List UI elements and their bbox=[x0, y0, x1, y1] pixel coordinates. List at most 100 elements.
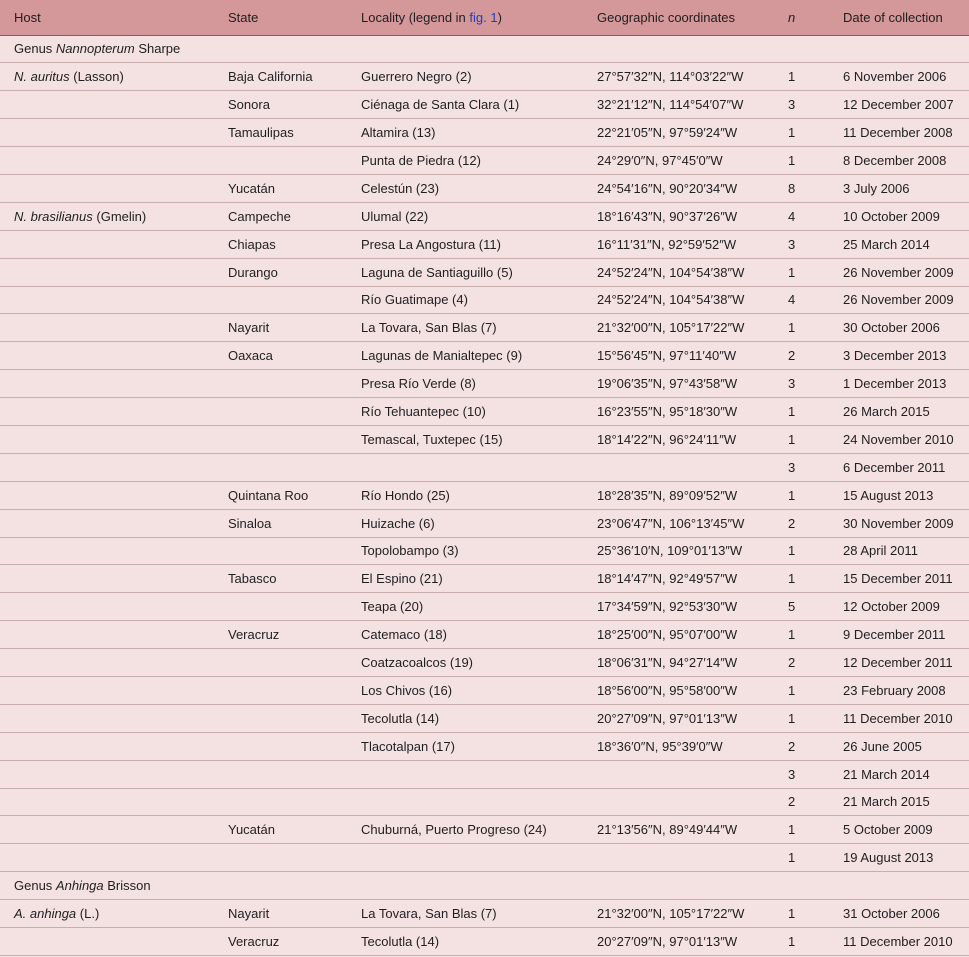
coordinates-cell: 18°06′31″N, 94°27′14″W bbox=[583, 648, 774, 677]
n-cell: 1 bbox=[774, 481, 829, 510]
n-cell: 3 bbox=[774, 453, 829, 482]
genus-heading: Genus Anhinga Brisson bbox=[0, 871, 969, 901]
coordinates-cell: 21°32′00″N, 105°17′22″W bbox=[583, 899, 774, 928]
host-cell bbox=[0, 397, 214, 426]
table-row: Tlacotalpan (17) 18°36′0″N, 95°39′0″W 2 26 … bbox=[0, 732, 969, 761]
host-cell bbox=[0, 788, 214, 817]
n-cell: 1 bbox=[774, 397, 829, 426]
header-n: n bbox=[774, 0, 829, 36]
locality-cell: Presa La Angostura (11) bbox=[347, 230, 583, 259]
state-cell: Veracruz bbox=[214, 620, 347, 650]
locality-cell bbox=[347, 788, 583, 817]
date-cell: 12 December 2011 bbox=[829, 648, 969, 677]
host-cell bbox=[0, 230, 214, 259]
date-cell: 6 November 2006 bbox=[829, 62, 969, 92]
locality-cell: Huizache (6) bbox=[347, 509, 583, 538]
coordinates-cell: 18°14′47″N, 92°49′57″W bbox=[583, 564, 774, 594]
host-cell bbox=[0, 90, 214, 120]
coordinates-cell: 24°29′0″N, 97°45′0″W bbox=[583, 146, 774, 175]
state-cell: Baja California bbox=[214, 62, 347, 92]
coordinates-cell bbox=[583, 760, 774, 789]
coordinates-cell: 18°25′00″N, 95°07′00″W bbox=[583, 620, 774, 650]
table-row: Tamaulipas Altamira (13) 22°21′05″N, 97°59… bbox=[0, 118, 969, 148]
n-cell: 4 bbox=[774, 286, 829, 315]
n-cell: 1 bbox=[774, 425, 829, 454]
coordinates-cell: 22°21′05″N, 97°59′24″W bbox=[583, 118, 774, 148]
state-cell bbox=[214, 760, 347, 789]
host-cell bbox=[0, 453, 214, 482]
locality-cell: El Espino (21) bbox=[347, 564, 583, 594]
host-cell bbox=[0, 620, 214, 650]
date-cell: 15 August 2013 bbox=[829, 481, 969, 510]
n-cell: 2 bbox=[774, 788, 829, 817]
state-cell: Chiapas bbox=[214, 230, 347, 259]
coordinates-cell: 25°36′10′N, 109°01′13″W bbox=[583, 537, 774, 566]
table-row: A. anhinga (L.) Nayarit La Tovara, San Bla… bbox=[0, 899, 969, 928]
coordinates-cell: 16°11′31″N, 92°59′52″W bbox=[583, 230, 774, 259]
state-cell: Sinaloa bbox=[214, 509, 347, 538]
host-cell bbox=[0, 146, 214, 175]
coordinates-cell: 19°06′35″N, 97°43′58″W bbox=[583, 369, 774, 399]
n-cell: 3 bbox=[774, 760, 829, 789]
fig-1-link[interactable]: fig. 1 bbox=[469, 10, 497, 25]
host-cell bbox=[0, 704, 214, 733]
coordinates-cell: 21°32′00″N, 105°17′22″W bbox=[583, 313, 774, 343]
table-row: Quintana Roo Río Hondo (25) 18°28′35″N, 89… bbox=[0, 481, 969, 510]
host-cell bbox=[0, 843, 214, 873]
table-row: Oaxaca Lagunas de Manialtepec (9) 15°56′45… bbox=[0, 341, 969, 371]
table-row: Temascal, Tuxtepec (15) 18°14′22″N, 96°24… bbox=[0, 425, 969, 454]
host-cell: A. anhinga (L.) bbox=[0, 899, 214, 928]
coordinates-cell: 15°56′45″N, 97°11′40″W bbox=[583, 341, 774, 371]
coordinates-cell bbox=[583, 843, 774, 873]
locality-cell: Teapa (20) bbox=[347, 592, 583, 622]
locality-cell: Ciénaga de Santa Clara (1) bbox=[347, 90, 583, 120]
state-cell: Veracruz bbox=[214, 927, 347, 956]
genus-row: Genus Anhinga Brisson bbox=[0, 871, 969, 901]
locality-cell bbox=[347, 760, 583, 789]
state-cell bbox=[214, 648, 347, 677]
state-cell bbox=[214, 537, 347, 566]
table-body: Genus Nannopterum Sharpe N. auritus (Lass… bbox=[0, 35, 969, 956]
n-cell: 1 bbox=[774, 146, 829, 175]
host-cell bbox=[0, 118, 214, 148]
state-cell bbox=[214, 369, 347, 399]
table-row: 36 December 2011 bbox=[0, 453, 969, 482]
n-cell: 1 bbox=[774, 258, 829, 287]
n-cell: 1 bbox=[774, 313, 829, 343]
date-cell: 10 October 2009 bbox=[829, 202, 969, 231]
state-cell bbox=[214, 676, 347, 705]
locality-cell: Los Chivos (16) bbox=[347, 676, 583, 705]
host-cell bbox=[0, 341, 214, 371]
date-cell: 21 March 2015 bbox=[829, 788, 969, 817]
n-cell: 1 bbox=[774, 704, 829, 733]
table-row: Veracruz Catemaco (18) 18°25′00″N, 95°07′0… bbox=[0, 620, 969, 650]
table-row: Durango Laguna de Santiaguillo (5) 24°52′2… bbox=[0, 258, 969, 287]
header-locality: Locality (legend in fig. 1) bbox=[347, 0, 583, 36]
n-cell: 1 bbox=[774, 118, 829, 148]
coordinates-cell: 32°21′12″N, 114°54′07″W bbox=[583, 90, 774, 120]
date-cell: 23 February 2008 bbox=[829, 676, 969, 705]
table-row: Tecolutla (14) 20°27′09″N, 97°01′13″W 1 11 … bbox=[0, 704, 969, 733]
coordinates-cell: 24°52′24″N, 104°54′38″W bbox=[583, 258, 774, 287]
state-cell bbox=[214, 453, 347, 482]
host-cell bbox=[0, 564, 214, 594]
state-cell: Sonora bbox=[214, 90, 347, 120]
date-cell: 21 March 2014 bbox=[829, 760, 969, 789]
state-cell: Nayarit bbox=[214, 899, 347, 928]
host-cell bbox=[0, 286, 214, 315]
header-host: Host bbox=[0, 0, 214, 36]
coordinates-cell: 21°13′56″N, 89°49′44″W bbox=[583, 815, 774, 845]
date-cell: 30 October 2006 bbox=[829, 313, 969, 343]
table-row: Coatzacoalcos (19) 18°06′31″N, 94°27′14″W… bbox=[0, 648, 969, 677]
date-cell: 11 December 2010 bbox=[829, 927, 969, 956]
coordinates-cell bbox=[583, 788, 774, 817]
host-cell bbox=[0, 174, 214, 203]
date-cell: 3 July 2006 bbox=[829, 174, 969, 203]
header-state: State bbox=[214, 0, 347, 36]
table-row: Yucatán Chuburná, Puerto Progreso (24) 21°… bbox=[0, 815, 969, 845]
host-cell bbox=[0, 676, 214, 705]
state-cell: Tamaulipas bbox=[214, 118, 347, 148]
date-cell: 12 December 2007 bbox=[829, 90, 969, 120]
state-cell bbox=[214, 843, 347, 873]
date-cell: 11 December 2010 bbox=[829, 704, 969, 733]
